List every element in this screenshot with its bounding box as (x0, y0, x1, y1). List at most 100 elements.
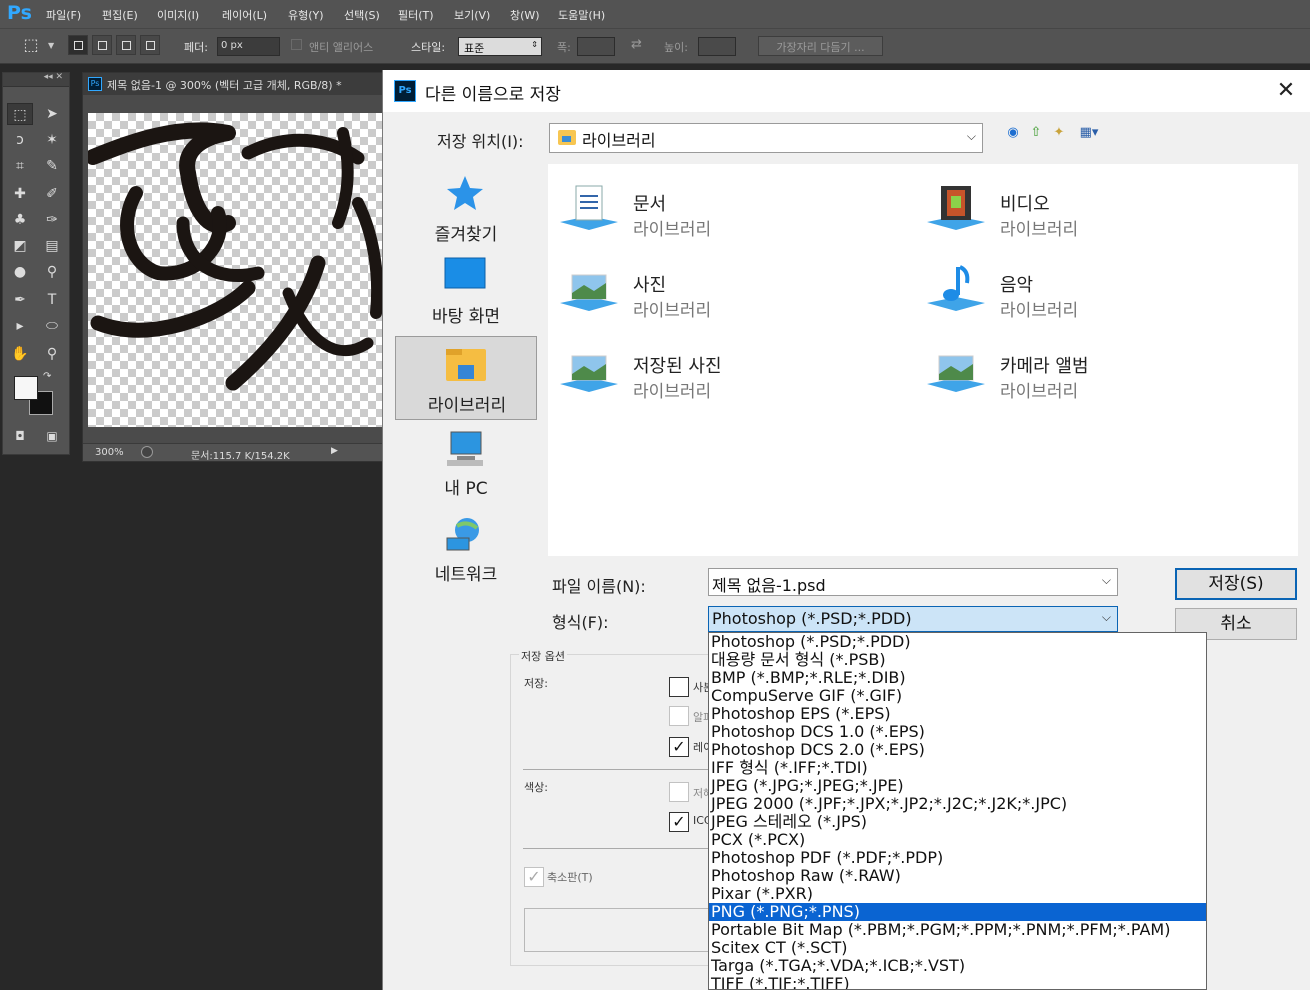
blur-tool-icon[interactable]: ● (7, 261, 33, 283)
menu-layer[interactable]: 레이어(L) (222, 7, 267, 23)
menu-help[interactable]: 도움말(H) (558, 7, 605, 23)
magic-wand-tool-icon[interactable]: ✶ (39, 129, 65, 151)
subtract-from-selection-button[interactable] (116, 35, 136, 55)
place-desktop[interactable]: 바탕 화면 (395, 250, 537, 334)
format-option[interactable]: Photoshop DCS 1.0 (*.EPS) (709, 723, 1206, 741)
menu-select[interactable]: 선택(S) (344, 7, 380, 23)
feather-input[interactable]: 0 px (217, 37, 280, 56)
refine-edge-button[interactable]: 가장자리 다듬기 ... (758, 36, 883, 56)
document-window: Ps 제목 없음-1 @ 300% (벡터 고급 개체, RGB/8) * 30… (82, 72, 388, 462)
menu-window[interactable]: 창(W) (510, 7, 540, 23)
marquee-tool-preset-icon[interactable]: ⬚ (18, 34, 44, 56)
format-option[interactable]: Photoshop (*.PSD;*.PDD) (709, 633, 1206, 651)
up-folder-icon[interactable]: ⇧ (1027, 124, 1045, 142)
swap-icon[interactable]: ⇄ (631, 37, 642, 52)
antialias-checkbox[interactable] (291, 39, 302, 50)
format-option[interactable]: BMP (*.BMP;*.RLE;*.DIB) (709, 669, 1206, 687)
crop-tool-icon[interactable]: ⌗ (7, 155, 33, 177)
format-option[interactable]: Photoshop EPS (*.EPS) (709, 705, 1206, 723)
menu-image[interactable]: 이미지(I) (157, 7, 199, 23)
format-option[interactable]: JPEG (*.JPG;*.JPEG;*.JPE) (709, 777, 1206, 795)
new-selection-button[interactable] (68, 35, 88, 55)
format-option[interactable]: JPEG 스테레오 (*.JPS) (709, 813, 1206, 831)
format-option[interactable]: Photoshop DCS 2.0 (*.EPS) (709, 741, 1206, 759)
format-option[interactable]: CompuServe GIF (*.GIF) (709, 687, 1206, 705)
move-tool-icon[interactable]: ➤ (39, 103, 65, 125)
format-option[interactable]: PCX (*.PCX) (709, 831, 1206, 849)
library-item-music[interactable]: 음악 라이브러리 (915, 251, 1245, 321)
pen-tool-icon[interactable]: ✒ (7, 289, 33, 311)
layers-checkbox[interactable]: ✓ (669, 737, 689, 757)
library-item-pictures[interactable]: 사진 라이브러리 (548, 251, 878, 321)
format-option[interactable]: IFF 형식 (*.IFF;*.TDI) (709, 759, 1206, 777)
add-to-selection-button[interactable] (92, 35, 112, 55)
format-option[interactable]: 대용량 문서 형식 (*.PSB) (709, 651, 1206, 669)
zoom-level[interactable]: 300% (95, 447, 124, 458)
library-item-videos[interactable]: 비디오 라이브러리 (915, 170, 1245, 240)
format-option[interactable]: Portable Bit Map (*.PBM;*.PGM;*.PPM;*.PN… (709, 921, 1206, 939)
gradient-tool-icon[interactable]: ▤ (39, 235, 65, 257)
format-option[interactable]: Scitex CT (*.SCT) (709, 939, 1206, 957)
format-option[interactable]: Photoshop PDF (*.PDF;*.PDP) (709, 849, 1206, 867)
clone-stamp-tool-icon[interactable]: ♣ (7, 209, 33, 231)
eyedropper-tool-icon[interactable]: ✎ (39, 155, 65, 177)
document-tab[interactable]: Ps 제목 없음-1 @ 300% (벡터 고급 개체, RGB/8) * (83, 73, 385, 95)
type-tool-icon[interactable]: T (39, 289, 65, 311)
icc-profile-checkbox[interactable]: ✓ (669, 812, 689, 832)
save-in-dropdown[interactable]: 라이브러리 ⌵ (549, 123, 983, 153)
format-option[interactable]: Targa (*.TGA;*.VDA;*.ICB;*.VST) (709, 957, 1206, 975)
save-button[interactable]: 저장(S) (1175, 568, 1297, 600)
zoom-tool-icon[interactable]: ⚲ (39, 343, 65, 365)
format-dropdown[interactable]: Photoshop (*.PSD;*.PDD) ⌵ (708, 606, 1118, 632)
width-label: 폭: (557, 41, 571, 54)
library-item-saved-pictures[interactable]: 저장된 사진 라이브러리 (548, 332, 878, 402)
swap-colors-icon[interactable]: ↷ (43, 371, 51, 382)
menu-filter[interactable]: 필터(T) (398, 7, 434, 23)
ellipse-tool-icon[interactable]: ⬭ (39, 315, 65, 337)
view-menu-icon[interactable]: ▦▾ (1075, 124, 1103, 142)
library-item-documents[interactable]: 문서 라이브러리 (548, 170, 878, 240)
format-option[interactable]: TIFF (*.TIF;*.TIFF) (709, 975, 1206, 990)
place-network[interactable]: 네트워크 (395, 512, 537, 596)
new-folder-icon[interactable]: ✦ (1050, 124, 1068, 142)
eraser-tool-icon[interactable]: ◩ (7, 235, 33, 257)
style-select[interactable]: 표준 ⇕ (458, 37, 542, 56)
photoshop-app-icon: Ps (394, 80, 416, 102)
menu-type[interactable]: 유형(Y) (288, 7, 324, 23)
place-this-pc[interactable]: 내 PC (395, 426, 537, 510)
format-option-selected[interactable]: PNG (*.PNG;*.PNS) (709, 903, 1206, 921)
path-selection-tool-icon[interactable]: ▸ (7, 315, 33, 337)
history-brush-tool-icon[interactable]: ✑ (39, 209, 65, 231)
filename-input[interactable]: 제목 없음-1.psd ⌵ (708, 568, 1118, 596)
menu-view[interactable]: 보기(V) (454, 7, 490, 23)
status-menu-icon[interactable] (141, 446, 153, 458)
chevron-down-icon[interactable]: ▼ (48, 41, 54, 50)
quick-mask-icon[interactable]: ◘ (7, 425, 33, 447)
close-button[interactable]: ✕ (1271, 78, 1301, 104)
canvas[interactable] (88, 113, 388, 427)
library-item-camera-roll[interactable]: 카메라 앨범 라이브러리 (915, 332, 1245, 402)
foreground-color-swatch[interactable] (14, 376, 38, 400)
format-option[interactable]: Pixar (*.PXR) (709, 885, 1206, 903)
place-libraries[interactable]: 라이브러리 (395, 336, 537, 420)
place-favorites[interactable]: 즐겨찾기 (395, 164, 537, 248)
menu-file[interactable]: 파일(F) (46, 7, 81, 23)
menu-edit[interactable]: 편집(E) (102, 7, 138, 23)
dodge-tool-icon[interactable]: ⚲ (39, 261, 65, 283)
intersect-selection-button[interactable] (140, 35, 160, 55)
back-icon[interactable]: ◉ (1004, 124, 1022, 142)
rectangular-marquee-tool-icon[interactable]: ⬚ (7, 103, 33, 125)
format-option[interactable]: Photoshop Raw (*.RAW) (709, 867, 1206, 885)
width-input[interactable] (577, 37, 615, 56)
toolbox-collapse-icons[interactable]: ◂◂ ✕ (44, 72, 63, 82)
height-input[interactable] (698, 37, 736, 56)
format-option[interactable]: JPEG 2000 (*.JPF;*.JPX;*.JP2;*.J2C;*.J2K… (709, 795, 1206, 813)
lasso-tool-icon[interactable]: ↄ (7, 129, 33, 151)
brush-tool-icon[interactable]: ✐ (39, 183, 65, 205)
screen-mode-icon[interactable]: ▣ (39, 425, 65, 447)
status-arrow-icon[interactable]: ▶ (331, 446, 338, 456)
hand-tool-icon[interactable]: ✋ (7, 343, 33, 365)
chevron-down-icon[interactable]: ⌵ (1102, 573, 1111, 588)
copy-checkbox[interactable] (669, 677, 689, 697)
healing-brush-tool-icon[interactable]: ✚ (7, 183, 33, 205)
